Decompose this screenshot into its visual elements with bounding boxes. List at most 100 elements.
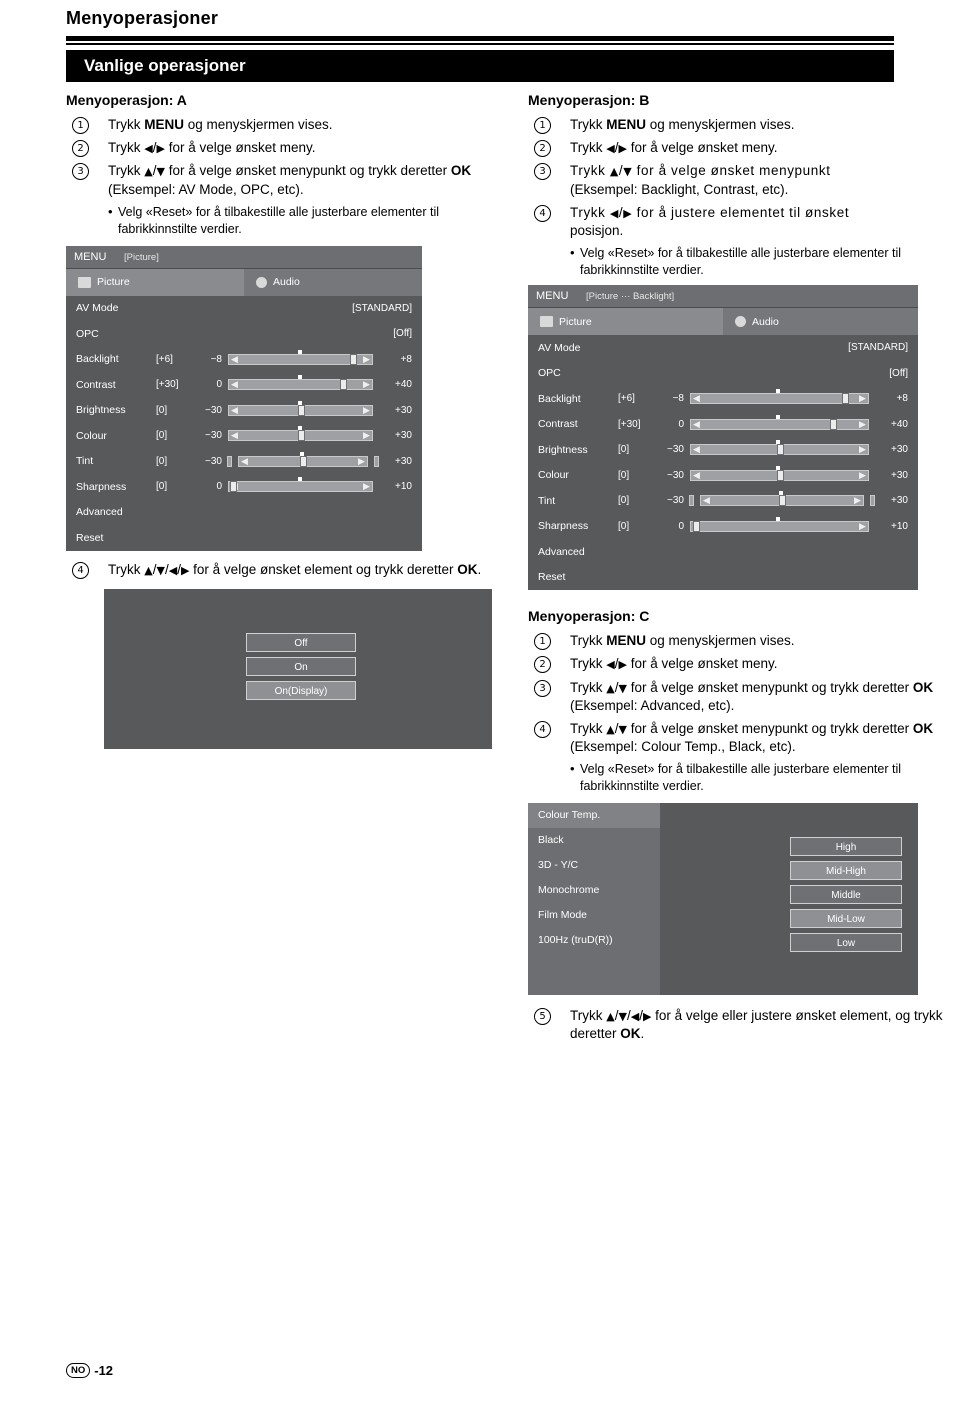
slider-left-arrow-icon[interactable]: ◀ bbox=[692, 471, 701, 482]
osd-a-tab-label: Audio bbox=[273, 276, 300, 289]
osd-row[interactable]: Sharpness [0] 0 ◀▶ +10 bbox=[66, 474, 422, 500]
slider-left-arrow-icon[interactable]: ◀ bbox=[230, 431, 239, 442]
osd-c-list-item[interactable]: Black bbox=[528, 828, 660, 853]
osd-slider[interactable]: ◀▶ bbox=[238, 451, 368, 468]
slider-left-arrow-icon[interactable]: ◀ bbox=[692, 445, 701, 456]
step-number: 4 bbox=[534, 720, 551, 738]
slider-right-arrow-icon[interactable]: ▶ bbox=[362, 355, 371, 366]
slider-center-tick bbox=[775, 389, 780, 394]
slider-left-arrow-icon[interactable]: ◀ bbox=[702, 496, 711, 507]
slider-knob[interactable] bbox=[230, 481, 238, 493]
osd-row-label: Brightness bbox=[538, 443, 588, 456]
slider-left-arrow-icon[interactable]: ◀ bbox=[230, 380, 239, 391]
slider-left-arrow-icon[interactable]: ◀ bbox=[230, 406, 239, 417]
slider-right-arrow-icon[interactable]: ▶ bbox=[858, 420, 867, 431]
osd-slider[interactable]: ◀▶ bbox=[690, 414, 869, 431]
osd-c-option-button[interactable]: Low bbox=[790, 933, 902, 953]
osd-c-list-item[interactable]: Film Mode bbox=[528, 903, 660, 928]
slider-knob[interactable] bbox=[350, 353, 358, 365]
osd-row[interactable]: Contrast [+30] 0 ◀ ▶ +40 bbox=[66, 372, 422, 398]
osd-row[interactable]: Advanced bbox=[528, 539, 918, 565]
osd-a-tab-picture[interactable]: Picture bbox=[66, 268, 244, 296]
osd-a-tab-audio[interactable]: Audio bbox=[244, 269, 422, 296]
osd-row[interactable]: AV Mode [STANDARD] bbox=[66, 296, 422, 322]
osd-row[interactable]: OPC [Off] bbox=[528, 361, 918, 387]
osd-option-item[interactable]: On bbox=[246, 656, 356, 676]
slider-right-arrow-icon[interactable]: ▶ bbox=[362, 482, 371, 493]
slider-knob[interactable] bbox=[300, 455, 307, 467]
step-number: 1 bbox=[534, 633, 551, 651]
slider-knob[interactable] bbox=[776, 469, 784, 481]
osd-row-value: [0] bbox=[156, 430, 168, 442]
slider-right-arrow-icon[interactable]: ▶ bbox=[362, 431, 371, 442]
osd-row[interactable]: Backlight [+6] −8 ◀ ▶ +8 bbox=[66, 347, 422, 373]
slider-knob[interactable] bbox=[829, 418, 837, 430]
osd-row[interactable]: Backlight [+6] −8 ◀ ▶ +8 bbox=[528, 386, 918, 412]
slider-left-arrow-icon[interactable]: ◀ bbox=[240, 457, 249, 468]
slider-right-arrow-icon[interactable]: ▶ bbox=[362, 380, 371, 391]
osd-c-option-button[interactable]: High bbox=[790, 837, 902, 857]
osd-row-value: [0] bbox=[156, 481, 168, 493]
osd-b-tab-picture[interactable]: Picture bbox=[528, 308, 723, 336]
osd-row[interactable]: Advanced bbox=[66, 500, 422, 526]
osd-slider[interactable]: ◀▶ bbox=[700, 491, 864, 507]
osd-slider[interactable]: ◀▶ bbox=[228, 349, 373, 366]
osd-slider[interactable]: ◀▶ bbox=[690, 516, 869, 533]
osd-c-list-item[interactable]: Monochrome bbox=[528, 878, 660, 903]
osd-row[interactable]: Brightness [0] −30 ◀ ▶ +30 bbox=[528, 437, 918, 463]
step-text: Trykk ◀/▶ for å velge ønsket meny. bbox=[570, 140, 778, 156]
osd-row-min: 0 bbox=[216, 481, 222, 493]
osd-c-option-button[interactable]: Middle bbox=[790, 885, 902, 905]
slider-knob[interactable] bbox=[776, 444, 784, 456]
osd-c-list-item[interactable]: 3D - Y/C bbox=[528, 853, 660, 878]
osd-b-path: [Picture ··· Backlight] bbox=[586, 291, 675, 303]
osd-row[interactable]: Sharpness [0] 0 ◀▶ +10 bbox=[528, 514, 918, 540]
osd-row[interactable]: Reset bbox=[66, 525, 422, 551]
osd-slider[interactable]: ◀▶ bbox=[228, 477, 373, 493]
osd-option-item[interactable]: Off bbox=[246, 632, 356, 652]
slider-right-arrow-icon[interactable]: ▶ bbox=[858, 471, 867, 482]
osd-b-tab-audio[interactable]: Audio bbox=[723, 308, 918, 335]
osd-row[interactable]: Colour [0] −30 ◀ ▶ +30 bbox=[66, 423, 422, 449]
slider-knob[interactable] bbox=[841, 393, 849, 405]
osd-slider[interactable]: ◀▶ bbox=[690, 389, 869, 405]
osd-row-label: OPC bbox=[538, 367, 561, 380]
slider-center-tick bbox=[297, 426, 302, 431]
slider-knob[interactable] bbox=[297, 430, 305, 442]
osd-c-option-button[interactable]: Mid-High bbox=[790, 861, 902, 881]
slider-right-arrow-icon[interactable]: ▶ bbox=[858, 445, 867, 456]
slider-left-arrow-icon[interactable]: ◀ bbox=[692, 420, 701, 431]
osd-row[interactable]: Tint [0] −30 ◀ ▶ +30 bbox=[66, 449, 422, 475]
osd-slider[interactable]: ◀▶ bbox=[228, 400, 373, 417]
osd-slider[interactable]: ◀▶ bbox=[228, 375, 373, 391]
slider-knob[interactable] bbox=[779, 495, 786, 507]
osd-row-value: [+6] bbox=[156, 353, 173, 365]
osd-c-list-item[interactable]: Colour Temp. bbox=[528, 803, 660, 829]
osd-row[interactable]: OPC [Off] bbox=[66, 321, 422, 347]
slider-right-arrow-icon[interactable]: ▶ bbox=[357, 457, 366, 468]
osd-c-option-button[interactable]: Mid-Low bbox=[790, 909, 902, 929]
osd-row[interactable]: Contrast [+30] 0 ◀ ▶ +40 bbox=[528, 412, 918, 438]
slider-left-arrow-icon[interactable]: ◀ bbox=[230, 355, 239, 366]
slider-knob[interactable] bbox=[297, 404, 305, 416]
slider-right-arrow-icon[interactable]: ▶ bbox=[858, 394, 867, 405]
osd-a-menu-label: MENU bbox=[74, 250, 107, 263]
slider-right-arrow-icon[interactable]: ▶ bbox=[858, 522, 867, 533]
osd-row[interactable]: Reset bbox=[528, 565, 918, 591]
slider-right-arrow-icon[interactable]: ▶ bbox=[362, 406, 371, 417]
slider-knob[interactable] bbox=[693, 520, 701, 532]
slider-right-arrow-icon[interactable]: ▶ bbox=[853, 496, 862, 507]
osd-row[interactable]: Colour [0] −30 ◀ ▶ +30 bbox=[528, 463, 918, 489]
step-text: Trykk MENU og menyskjermen vises. bbox=[570, 117, 795, 132]
osd-row[interactable]: Tint [0] −30 ◀ ▶ +30 bbox=[528, 488, 918, 514]
osd-c-list-item[interactable]: 100Hz (truD(R)) bbox=[528, 928, 660, 953]
slider-left-arrow-icon[interactable]: ◀ bbox=[692, 394, 701, 405]
osd-slider[interactable]: ◀▶ bbox=[228, 426, 373, 442]
slider-knob[interactable] bbox=[340, 379, 348, 391]
osd-slider[interactable]: ◀▶ bbox=[690, 440, 869, 456]
osd-option-item[interactable]: On(Display) bbox=[246, 680, 356, 700]
osd-row[interactable]: AV Mode [STANDARD] bbox=[528, 335, 918, 361]
osd-row[interactable]: Brightness [0] −30 ◀ ▶ +30 bbox=[66, 398, 422, 424]
osd-slider[interactable]: ◀▶ bbox=[690, 465, 869, 482]
picture-icon bbox=[540, 316, 553, 328]
